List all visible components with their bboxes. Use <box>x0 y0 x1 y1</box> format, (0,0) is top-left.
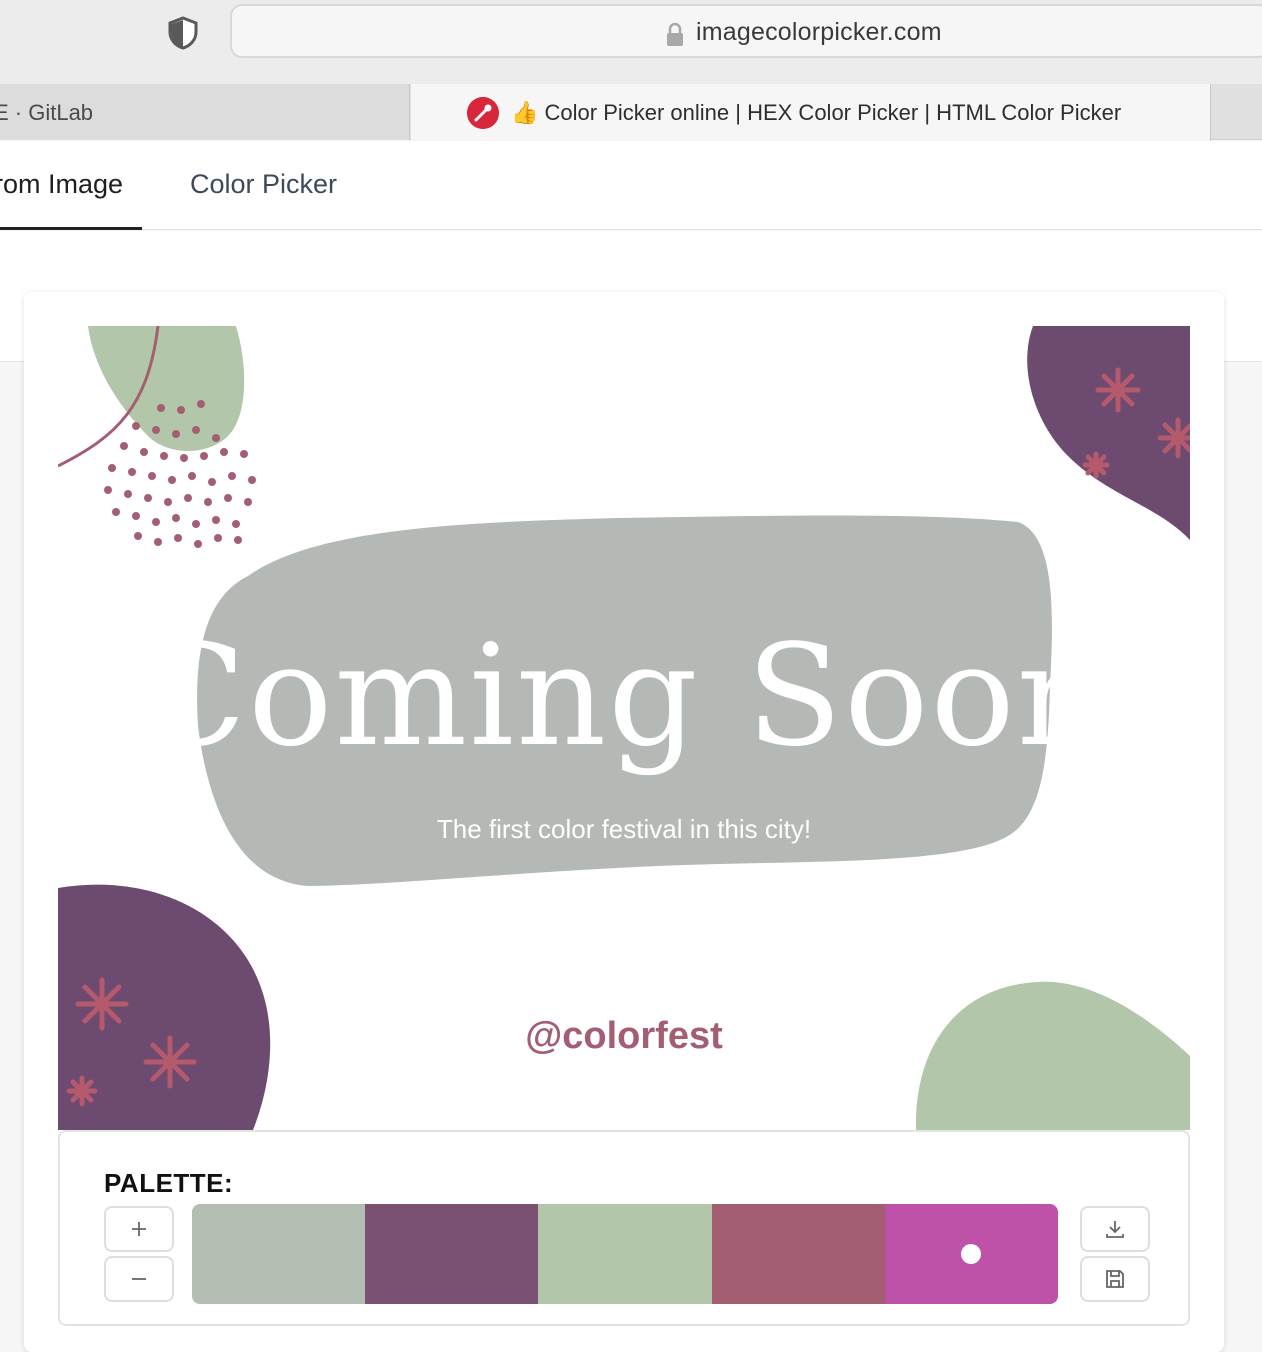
shield-icon[interactable] <box>166 16 200 50</box>
browser-tab-gitlab[interactable]: E · GitLab <box>0 84 410 140</box>
festival-subtitle: The first color festival in this city! <box>437 814 811 844</box>
uploaded-image-canvas[interactable]: Coming Soon The first color festival in … <box>58 326 1190 1130</box>
download-palette-button[interactable] <box>1080 1206 1150 1252</box>
palette-panel: PALETTE: <box>58 1130 1190 1326</box>
palette-swatch[interactable] <box>711 1204 885 1304</box>
remove-color-button[interactable] <box>104 1256 174 1302</box>
colorfest-handle: @colorfest <box>525 1015 723 1057</box>
browser-toolbar: imagecolorpicker.com <box>0 0 1262 84</box>
plus-icon <box>132 1222 146 1236</box>
eyedropper-favicon-icon <box>467 97 499 129</box>
download-icon <box>1106 1221 1124 1238</box>
browser-tab-title: 👍 Color Picker online | HEX Color Picker… <box>511 100 1122 125</box>
url-text[interactable]: imagecolorpicker.com <box>696 18 942 47</box>
browser-tab-title: E · GitLab <box>0 100 94 125</box>
add-color-button[interactable] <box>104 1206 174 1252</box>
palette-swatch[interactable] <box>365 1204 539 1304</box>
tab-color-picker[interactable]: Color Picker <box>190 169 337 200</box>
save-icon <box>1106 1270 1124 1288</box>
palette-swatches <box>192 1204 1058 1304</box>
selected-color-indicator <box>960 1244 981 1264</box>
coming-soon-headline: Coming Soon <box>139 615 1109 778</box>
palette-swatch[interactable] <box>884 1204 1058 1304</box>
active-tab-indicator <box>0 227 142 230</box>
browser-tabbar: E · GitLab 👍 Color Picker online | HEX C… <box>0 84 1262 141</box>
tab-from-image[interactable]: rom Image <box>0 169 123 200</box>
minus-icon <box>132 1278 146 1280</box>
lock-icon <box>667 22 683 46</box>
save-palette-button[interactable] <box>1080 1256 1150 1302</box>
palette-swatch[interactable] <box>538 1204 712 1304</box>
page-nav: rom Image Color Picker <box>0 141 1262 230</box>
browser-tab-color-picker[interactable]: 👍 Color Picker online | HEX Color Picker… <box>411 84 1211 141</box>
palette-swatch[interactable] <box>192 1204 366 1304</box>
palette-label: PALETTE: <box>104 1168 234 1198</box>
